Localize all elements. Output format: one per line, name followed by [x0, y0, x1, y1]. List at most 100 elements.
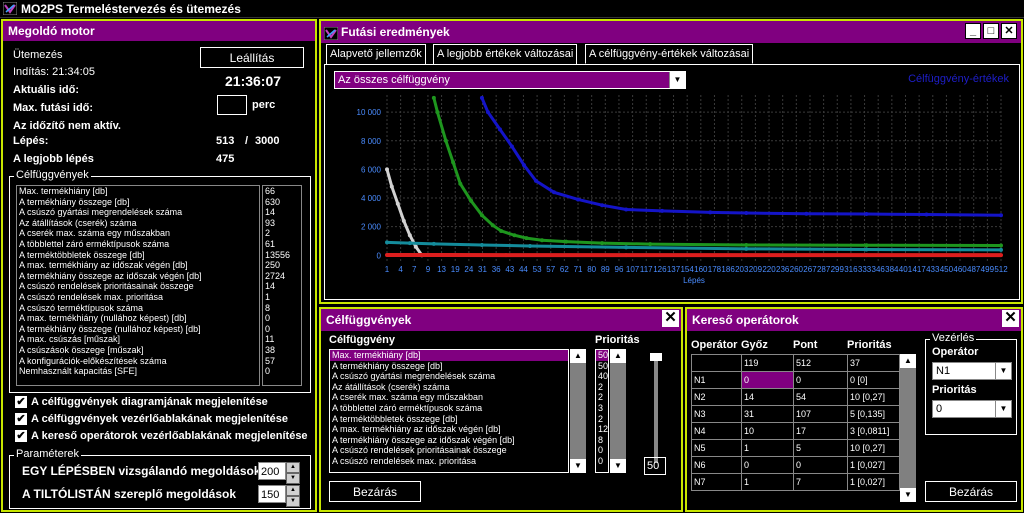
objective-select-item[interactable]: A csúszó rendelések prioritásainak össze… — [330, 445, 568, 456]
operator-row[interactable]: N3 31 107 5 [0,135] — [691, 405, 900, 423]
spin-up-icon[interactable]: ▲ — [286, 462, 300, 473]
minimize-icon[interactable]: _ — [965, 23, 981, 39]
operator-cell[interactable]: 1 — [741, 473, 794, 491]
operator-cell[interactable]: 37 — [847, 354, 900, 372]
objective-select-item[interactable]: A max. termékhiány az időszak végén [db] — [330, 424, 568, 435]
operator-cell[interactable]: 0 — [793, 371, 848, 389]
stop-button[interactable]: Leállítás — [200, 47, 304, 68]
operator-priority-select[interactable]: 0 ▼ — [932, 400, 1012, 418]
checkbox-check-icon[interactable]: ✔ — [15, 413, 27, 425]
priority-item[interactable]: 2 — [596, 414, 608, 425]
scroll-down-icon[interactable]: ▼ — [570, 459, 586, 473]
slider-handle[interactable] — [650, 353, 662, 361]
operator-cell[interactable]: 0 — [741, 371, 794, 389]
operator-row[interactable]: N7 1 7 1 [0,027] — [691, 473, 900, 491]
chevron-down-icon[interactable]: ▼ — [995, 401, 1011, 417]
objectives-close-button[interactable]: Bezárás — [329, 481, 421, 502]
operator-row[interactable]: N4 10 17 3 [0,0811] — [691, 422, 900, 440]
operator-cell[interactable]: 0 [0] — [847, 371, 900, 389]
operator-cell[interactable]: 5 [0,135] — [847, 405, 900, 423]
close-icon[interactable]: ✕ — [1001, 23, 1017, 39]
slider-value[interactable]: 50 — [644, 457, 666, 475]
priority-item[interactable]: 3 — [596, 403, 608, 414]
priority-item[interactable]: 50 — [596, 361, 608, 372]
tab-objective-values[interactable]: A célfüggvény-értékek változásai — [585, 44, 754, 64]
priority-slider[interactable] — [650, 353, 662, 463]
objective-select-item[interactable]: A cserék max. száma egy műszakban — [330, 392, 568, 403]
operator-cell[interactable]: 3 [0,0811] — [847, 422, 900, 440]
operator-row[interactable]: N5 1 5 10 [0,27] — [691, 439, 900, 457]
objective-select-item[interactable]: A terméktöbbletek összege [db] — [330, 414, 568, 425]
operator-cell[interactable]: N6 — [691, 456, 742, 474]
operator-cell[interactable]: 31 — [741, 405, 794, 423]
operator-row[interactable]: 119 512 37 — [691, 354, 900, 372]
maximize-icon[interactable]: □ — [983, 23, 999, 39]
chevron-down-icon[interactable]: ▼ — [995, 363, 1011, 379]
scroll-up-icon[interactable]: ▲ — [570, 349, 586, 363]
checkbox-option[interactable]: ✔ A célfüggvények diagramjának megjelenít… — [15, 396, 268, 408]
param1-spinner[interactable]: 200 ▲ ▼ — [258, 462, 300, 484]
objective-select-item[interactable]: Az átállítások (cserék) száma — [330, 382, 568, 393]
operator-cell[interactable]: N4 — [691, 422, 742, 440]
operator-cell[interactable]: 14 — [741, 388, 794, 406]
operator-row[interactable]: N1 0 0 0 [0] — [691, 371, 900, 389]
operator-cell[interactable]: 1 [0,027] — [847, 456, 900, 474]
objective-select-item[interactable]: A csúszó gyártási megrendelések száma — [330, 371, 568, 382]
operator-cell[interactable]: 512 — [793, 354, 848, 372]
objective-select-item[interactable]: A termékhiány összege az időszak végén [… — [330, 435, 568, 446]
close-icon[interactable]: ✕ — [662, 310, 679, 327]
param2-value[interactable]: 150 — [258, 485, 286, 503]
scroll-down-icon[interactable]: ▼ — [900, 488, 916, 502]
checkbox-check-icon[interactable]: ✔ — [15, 430, 27, 442]
priority-scrollbar[interactable]: ▲ ▼ — [610, 349, 626, 473]
operator-cell[interactable]: 1 [0,027] — [847, 473, 900, 491]
param2-spinner[interactable]: 150 ▲ ▼ — [258, 485, 300, 507]
priority-list[interactable]: 50 50 40 2 2 3 2 12 8 0 0 — [595, 349, 609, 473]
tab-best-values[interactable]: A legjobb értékek változásai — [433, 44, 578, 64]
objective-select-item[interactable]: A többlettel záró erméktípusok száma — [330, 403, 568, 414]
priority-item[interactable]: 2 — [596, 392, 608, 403]
scroll-down-icon[interactable]: ▼ — [610, 459, 626, 473]
priority-item[interactable]: 8 — [596, 435, 608, 446]
objective-select-item[interactable]: A termékhiány összege [db] — [330, 361, 568, 372]
operator-cell[interactable]: 0 — [793, 456, 848, 474]
operator-cell[interactable] — [691, 354, 742, 372]
operators-close-button[interactable]: Bezárás — [925, 481, 1017, 502]
checkbox-option[interactable]: ✔ A kereső operátorok vezérlőablakának me… — [15, 430, 308, 442]
operator-cell[interactable]: 10 [0,27] — [847, 439, 900, 457]
operator-row[interactable]: N6 0 0 1 [0,027] — [691, 456, 900, 474]
objectives-scrollbar[interactable]: ▲ ▼ — [570, 349, 586, 473]
operator-cell[interactable]: N3 — [691, 405, 742, 423]
operator-cell[interactable]: 5 — [793, 439, 848, 457]
param1-value[interactable]: 200 — [258, 462, 286, 480]
operator-cell[interactable]: 7 — [793, 473, 848, 491]
operator-cell[interactable]: 54 — [793, 388, 848, 406]
priority-item[interactable]: 40 — [596, 371, 608, 382]
operator-cell[interactable]: 0 — [741, 456, 794, 474]
spin-down-icon[interactable]: ▼ — [286, 496, 300, 507]
operator-select[interactable]: N1 ▼ — [932, 362, 1012, 380]
operator-cell[interactable]: 10 [0,27] — [847, 388, 900, 406]
priority-item[interactable]: 0 — [596, 456, 608, 467]
spin-down-icon[interactable]: ▼ — [286, 473, 300, 484]
objective-select-item[interactable]: A csúszó rendelések max. prioritása — [330, 456, 568, 467]
operators-scrollbar[interactable]: ▲ ▼ — [900, 354, 916, 502]
max-time-input[interactable] — [217, 95, 247, 115]
checkbox-option[interactable]: ✔ A célfüggvények vezérlőablakának megjel… — [15, 413, 288, 425]
close-icon[interactable]: ✕ — [1002, 310, 1019, 327]
priority-item[interactable]: 50 — [596, 350, 608, 361]
spin-up-icon[interactable]: ▲ — [286, 485, 300, 496]
operator-cell[interactable]: N2 — [691, 388, 742, 406]
operator-cell[interactable]: 107 — [793, 405, 848, 423]
checkbox-check-icon[interactable]: ✔ — [15, 396, 27, 408]
priority-item[interactable]: 12 — [596, 424, 608, 435]
tab-basic[interactable]: Alapvető jellemzők — [326, 44, 426, 64]
operator-cell[interactable]: 17 — [793, 422, 848, 440]
operator-cell[interactable]: N1 — [691, 371, 742, 389]
operator-cell[interactable]: N7 — [691, 473, 742, 491]
scroll-up-icon[interactable]: ▲ — [610, 349, 626, 363]
priority-item[interactable]: 2 — [596, 382, 608, 393]
priority-item[interactable]: 0 — [596, 445, 608, 456]
objective-select-item[interactable]: Max. termékhiány [db] — [330, 350, 568, 361]
operator-row[interactable]: N2 14 54 10 [0,27] — [691, 388, 900, 406]
